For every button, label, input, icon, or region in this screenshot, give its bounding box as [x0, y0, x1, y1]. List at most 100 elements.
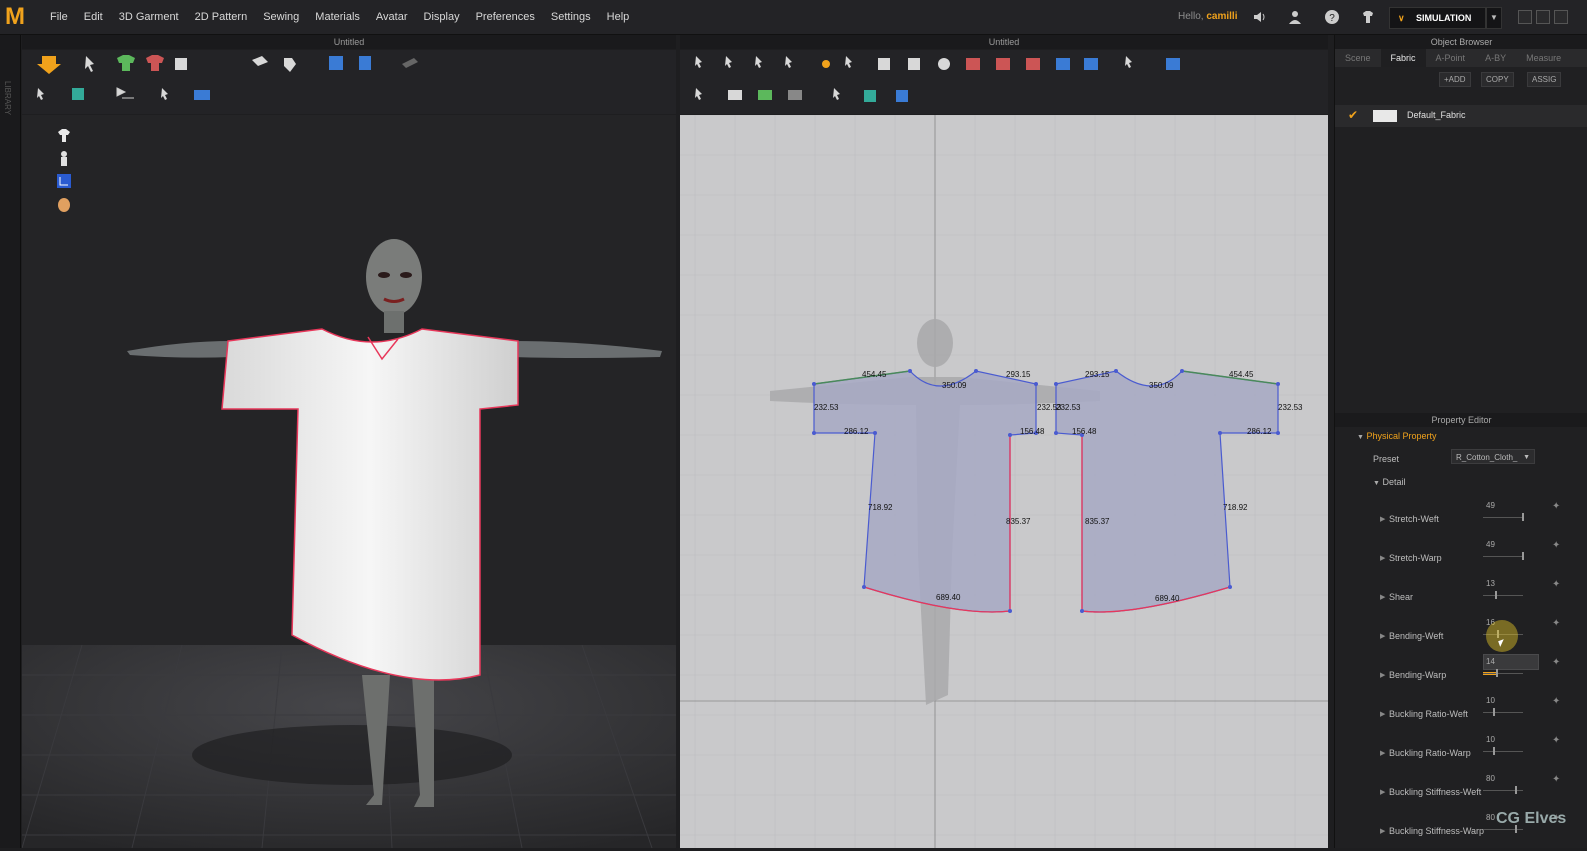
expand-arrow-icon[interactable]: ▶: [1380, 554, 1385, 562]
property-label: Buckling Ratio-Warp: [1389, 748, 1471, 758]
expand-arrow-icon[interactable]: ▶: [1380, 593, 1385, 601]
detail-section[interactable]: ▼ Detail: [1373, 477, 1405, 487]
pin-icon[interactable]: ✦: [1552, 540, 1560, 551]
pin-icon[interactable]: ✦: [1552, 501, 1560, 512]
menu-sewing[interactable]: Sewing: [255, 11, 307, 23]
tab-fabric[interactable]: Fabric: [1380, 49, 1426, 67]
tab-scene[interactable]: Scene: [1335, 49, 1381, 67]
menu-preferences[interactable]: Preferences: [468, 11, 543, 23]
property-row[interactable]: ▶ Shear 13 ✦: [1335, 579, 1587, 617]
fabric-list-item[interactable]: ✔ Default_Fabric: [1335, 105, 1587, 127]
menu-avatar[interactable]: Avatar: [368, 11, 416, 23]
library-label: LIBRARY: [3, 81, 12, 116]
menu-settings[interactable]: Settings: [543, 11, 599, 23]
tab-measure[interactable]: Measure: [1516, 49, 1571, 67]
property-editor-header: Property Editor: [1335, 413, 1587, 427]
slider-track[interactable]: [1483, 829, 1523, 830]
slider-knob[interactable]: [1493, 708, 1495, 716]
3d-scene[interactable]: [22, 115, 676, 848]
avatar-display-icon[interactable]: [56, 150, 72, 166]
help-icon[interactable]: ?: [1324, 9, 1340, 25]
expand-arrow-icon[interactable]: ▶: [1380, 749, 1385, 757]
library-strip[interactable]: LIBRARY: [0, 35, 21, 848]
slider-knob[interactable]: [1495, 591, 1497, 599]
tab-a-point[interactable]: A-Point: [1426, 49, 1476, 67]
property-row[interactable]: ▶ Buckling Stiffness-Weft 80 ✦: [1335, 774, 1587, 812]
close-button[interactable]: [1554, 10, 1568, 24]
property-value[interactable]: 80: [1486, 774, 1495, 783]
2d-pattern-viewport[interactable]: 454.45 293.15 350.09 232.53 232.53 286.1…: [680, 115, 1328, 848]
user-name[interactable]: camilli: [1206, 11, 1237, 22]
property-value[interactable]: 80: [1486, 813, 1495, 822]
menu-file[interactable]: File: [42, 11, 76, 23]
skin-display-icon[interactable]: [56, 197, 72, 213]
slider-knob[interactable]: [1496, 669, 1498, 677]
menu-materials[interactable]: Materials: [307, 11, 368, 23]
property-value[interactable]: 13: [1486, 579, 1495, 588]
physical-property-section[interactable]: ▼ Physical Property: [1357, 431, 1436, 441]
slider-knob[interactable]: [1515, 786, 1517, 794]
menu-display[interactable]: Display: [416, 11, 468, 23]
add-button[interactable]: +ADD: [1439, 72, 1471, 87]
pin-icon[interactable]: ✦: [1552, 579, 1560, 590]
slider-track[interactable]: [1483, 712, 1523, 713]
mode-dropdown-icon[interactable]: ▼: [1486, 7, 1502, 29]
copy-button[interactable]: COPY: [1481, 72, 1514, 87]
slider-track[interactable]: [1483, 556, 1523, 557]
property-row[interactable]: ▶ Buckling Ratio-Warp 10 ✦: [1335, 735, 1587, 773]
pin-icon[interactable]: ✦: [1552, 657, 1560, 668]
slider-knob[interactable]: [1493, 747, 1495, 755]
slider-track[interactable]: [1483, 790, 1523, 791]
expand-arrow-icon[interactable]: ▶: [1380, 710, 1385, 718]
menu-2d-pattern[interactable]: 2D Pattern: [187, 11, 256, 23]
menu-help[interactable]: Help: [599, 11, 638, 23]
expand-arrow-icon[interactable]: ▶: [1380, 671, 1385, 679]
minimize-button[interactable]: [1518, 10, 1532, 24]
slider-knob[interactable]: [1522, 513, 1524, 521]
expand-arrow-icon[interactable]: ▶: [1380, 515, 1385, 523]
garment-settings-icon[interactable]: [1360, 9, 1376, 25]
property-row[interactable]: ▶ Buckling Ratio-Weft 10 ✦: [1335, 696, 1587, 734]
expand-arrow-icon[interactable]: ▶: [1380, 827, 1385, 835]
toolbar-3d-icons[interactable]: [22, 50, 676, 114]
preset-value: R_Cotton_Cloth_: [1456, 453, 1518, 462]
slider-track[interactable]: [1483, 751, 1523, 752]
pin-icon[interactable]: ✦: [1552, 735, 1560, 746]
simulation-mode-button[interactable]: ∨ SIMULATION: [1389, 7, 1486, 29]
pin-icon[interactable]: ✦: [1552, 618, 1560, 629]
user-icon[interactable]: [1287, 9, 1303, 25]
property-value[interactable]: 10: [1486, 735, 1495, 744]
expand-arrow-icon[interactable]: ▶: [1380, 632, 1385, 640]
property-value[interactable]: 10: [1486, 696, 1495, 705]
slider-knob[interactable]: [1522, 552, 1524, 560]
property-value[interactable]: 49: [1486, 540, 1495, 549]
menu-3d-garment[interactable]: 3D Garment: [111, 11, 187, 23]
property-row[interactable]: ▶ Stretch-Weft 49 ✦: [1335, 501, 1587, 539]
garment-display-icon[interactable]: [56, 127, 72, 143]
speaker-icon[interactable]: [1252, 9, 1268, 25]
app-logo[interactable]: M: [4, 4, 26, 30]
assign-button[interactable]: ASSIG: [1527, 72, 1562, 87]
property-value[interactable]: 49: [1486, 501, 1495, 510]
3d-viewport[interactable]: [22, 115, 676, 848]
property-row[interactable]: ▶ Stretch-Warp 49 ✦: [1335, 540, 1587, 578]
maximize-button[interactable]: [1536, 10, 1550, 24]
slider-track[interactable]: [1483, 673, 1523, 674]
2d-pattern-canvas[interactable]: 454.45 293.15 350.09 232.53 232.53 286.1…: [680, 115, 1328, 848]
menu-bar: M File Edit 3D Garment 2D Pattern Sewing…: [0, 0, 1587, 35]
pin-icon[interactable]: ✦: [1552, 774, 1560, 785]
slider-track[interactable]: [1483, 595, 1523, 596]
texture-display-icon[interactable]: [56, 173, 72, 189]
property-value[interactable]: 14: [1486, 657, 1495, 666]
length-label: 286.12: [1247, 427, 1272, 436]
property-row[interactable]: ▶ Bending-Weft 16 ✦: [1335, 618, 1587, 656]
slider-track[interactable]: [1483, 517, 1523, 518]
tab-a-by[interactable]: A-BY: [1475, 49, 1516, 67]
expand-arrow-icon[interactable]: ▶: [1380, 788, 1385, 796]
menu-edit[interactable]: Edit: [76, 11, 111, 23]
property-row[interactable]: ▶ Bending-Warp 14 ✦: [1335, 654, 1587, 695]
property-label: Shear: [1389, 592, 1414, 602]
toolbar-2d-icons[interactable]: [680, 50, 1328, 114]
pin-icon[interactable]: ✦: [1552, 696, 1560, 707]
preset-select[interactable]: R_Cotton_Cloth_ ▼: [1451, 449, 1535, 464]
